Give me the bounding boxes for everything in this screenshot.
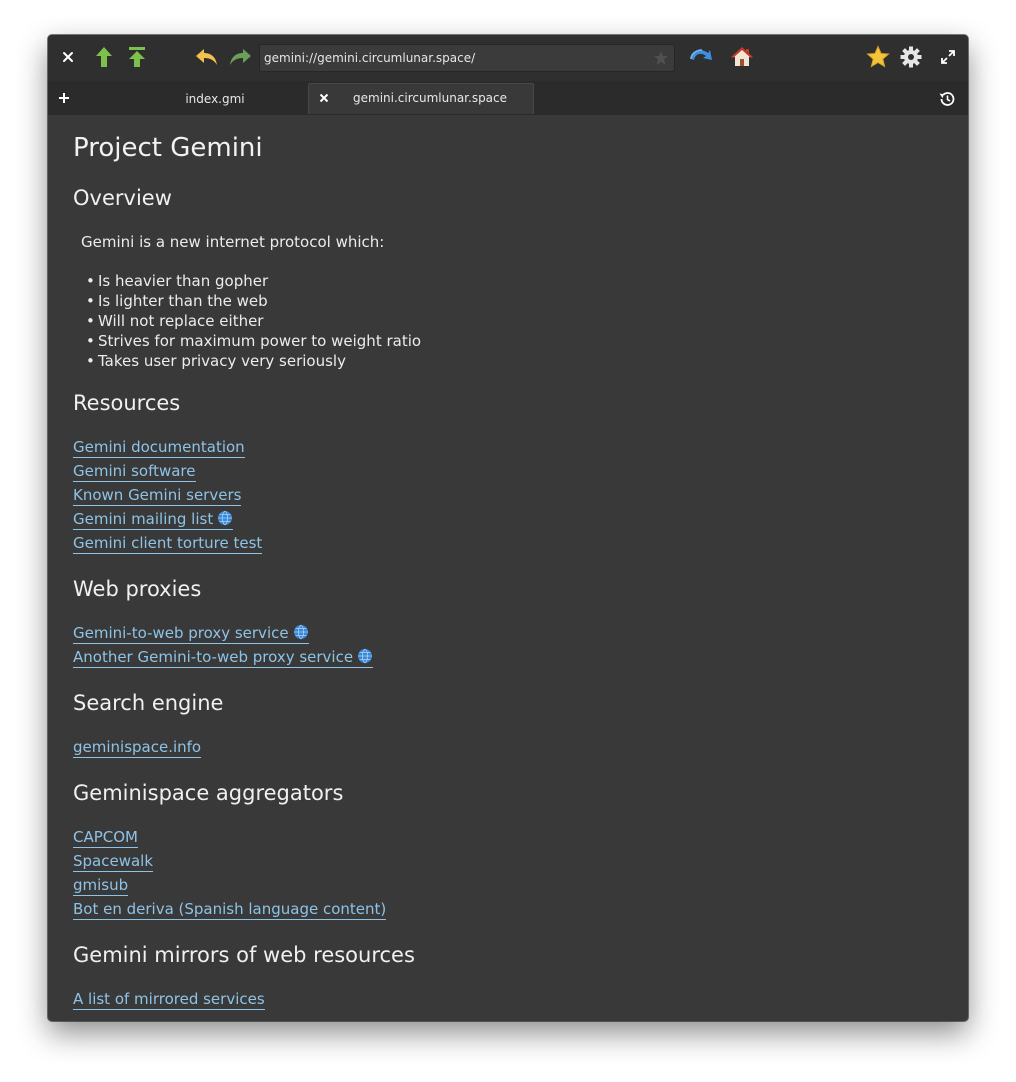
document-content: Project Gemini Overview Gemini is a new … — [73, 115, 953, 1021]
link-spacewalk[interactable]: Spacewalk — [73, 852, 154, 872]
close-tab-icon[interactable] — [317, 91, 331, 105]
gear-icon — [900, 46, 922, 68]
arrow-up-bar-icon — [129, 47, 145, 67]
forward-arrow-icon — [230, 49, 251, 65]
heading-search-engine: Search engine — [73, 691, 224, 715]
tab-bar: index.gmi gemini.circumlunar.space — [48, 81, 968, 115]
heading-aggregators: Geminispace aggregators — [73, 781, 344, 805]
page-title: Project Gemini — [73, 133, 263, 163]
bookmarks-button[interactable] — [864, 43, 892, 71]
star-icon — [866, 45, 890, 68]
parent-directory-button[interactable] — [90, 43, 118, 71]
list-item: • Strives for maximum power to weight rat… — [86, 332, 422, 350]
link-gmisub[interactable]: gmisub — [73, 876, 129, 896]
browser-window: index.gmi gemini.circumlunar.space Proje… — [48, 35, 968, 1021]
fullscreen-button[interactable] — [934, 43, 962, 71]
heading-mirrors: Gemini mirrors of web resources — [73, 943, 415, 967]
arrow-up-icon — [96, 47, 112, 67]
link-gemini-documentation[interactable]: Gemini documentation — [73, 438, 245, 458]
expand-icon — [941, 50, 955, 64]
link-another-gemini-to-web-proxy[interactable]: Another Gemini-to-web proxy service — [73, 648, 374, 668]
root-directory-button[interactable] — [123, 43, 151, 71]
home-icon — [731, 47, 753, 66]
back-button[interactable] — [193, 43, 221, 71]
overview-intro: Gemini is a new internet protocol which: — [81, 233, 385, 251]
tab-gemini-circumlunar[interactable]: gemini.circumlunar.space — [308, 83, 534, 114]
list-item: • Is heavier than gopher — [86, 272, 269, 290]
link-gemini-software[interactable]: Gemini software — [73, 462, 196, 482]
settings-button[interactable] — [897, 43, 925, 71]
tab-index-gmi[interactable]: index.gmi — [122, 83, 308, 114]
bookmark-star-icon[interactable] — [653, 50, 669, 66]
toolbar — [48, 35, 968, 82]
tab-label: index.gmi — [185, 91, 245, 106]
globe-icon — [358, 648, 373, 664]
tab-label: gemini.circumlunar.space — [353, 91, 508, 105]
link-known-gemini-servers[interactable]: Known Gemini servers — [73, 486, 242, 506]
close-window-button[interactable] — [54, 43, 82, 71]
address-bar[interactable] — [259, 44, 675, 72]
list-item: • Will not replace either — [86, 312, 264, 330]
link-geminispace-info[interactable]: geminispace.info — [73, 738, 202, 758]
forward-button[interactable] — [226, 43, 254, 71]
globe-icon — [293, 624, 308, 640]
link-list-of-mirrored-services[interactable]: A list of mirrored services — [73, 990, 265, 1010]
history-icon[interactable] — [938, 90, 956, 108]
globe-icon — [218, 510, 233, 526]
list-item: • Takes user privacy very seriously — [86, 352, 346, 370]
list-item: • Is lighter than the web — [86, 292, 268, 310]
url-input[interactable] — [264, 45, 644, 71]
reload-button[interactable] — [687, 43, 715, 71]
link-gemini-mailing-list[interactable]: Gemini mailing list — [73, 510, 234, 530]
link-bot-en-deriva[interactable]: Bot en deriva (Spanish language content) — [73, 900, 387, 920]
link-capcom[interactable]: CAPCOM — [73, 828, 139, 848]
close-icon — [63, 52, 73, 62]
link-gemini-client-torture-test[interactable]: Gemini client torture test — [73, 534, 263, 554]
reload-arrow-icon — [690, 49, 712, 60]
new-tab-icon[interactable] — [57, 91, 71, 105]
heading-overview: Overview — [73, 186, 172, 210]
heading-resources: Resources — [73, 391, 181, 415]
heading-web-proxies: Web proxies — [73, 577, 202, 601]
back-arrow-icon — [196, 49, 217, 65]
home-button[interactable] — [728, 43, 756, 71]
link-gemini-to-web-proxy[interactable]: Gemini-to-web proxy service — [73, 624, 309, 644]
